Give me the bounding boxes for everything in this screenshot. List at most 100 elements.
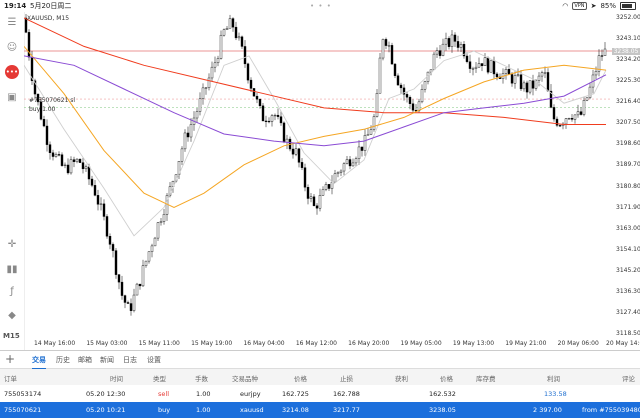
candle-body bbox=[357, 146, 361, 159]
add-icon[interactable]: + bbox=[5, 352, 15, 366]
candle-body bbox=[324, 184, 328, 190]
order-lots: 1.00 bbox=[196, 406, 211, 414]
order-id: 755053174 bbox=[4, 390, 42, 398]
candle-body bbox=[195, 111, 199, 119]
candle-body bbox=[108, 236, 112, 245]
tab-mailbox[interactable]: 邮箱 bbox=[78, 355, 92, 365]
candle-body bbox=[582, 100, 586, 115]
tab-settings[interactable]: 设置 bbox=[147, 355, 161, 365]
candle-body bbox=[423, 81, 427, 90]
function-icon[interactable]: ƒ bbox=[5, 284, 19, 298]
order-price: 3214.08 bbox=[282, 406, 309, 414]
order-current-price: 162.532 bbox=[429, 390, 456, 398]
candle-body bbox=[84, 166, 88, 170]
order-sl: 162.788 bbox=[333, 390, 360, 398]
order-time: 05.20 10:21 bbox=[86, 406, 126, 414]
time-tick-label: 16 May 12:00 bbox=[295, 340, 337, 347]
candle-body bbox=[42, 119, 46, 127]
objects-icon[interactable]: ◆ bbox=[5, 308, 19, 322]
candle-body bbox=[393, 63, 397, 76]
tab-history[interactable]: 历史 bbox=[56, 355, 70, 365]
tab-news[interactable]: 新闻 bbox=[100, 355, 114, 365]
order-price: 162.725 bbox=[282, 390, 309, 398]
candle-body bbox=[495, 73, 499, 78]
candle-body bbox=[360, 146, 364, 151]
timeframe-button[interactable]: M15 bbox=[3, 332, 20, 340]
price-tick-label: 3234.20 bbox=[616, 56, 640, 64]
sl-line-label: #755070621 sl bbox=[29, 97, 76, 104]
tab-journal[interactable]: 日志 bbox=[123, 355, 137, 365]
multitask-dots[interactable]: • • • bbox=[310, 0, 332, 12]
price-tick-label: 3243.10 bbox=[616, 35, 640, 43]
candle-body bbox=[51, 152, 55, 157]
candle-body bbox=[474, 66, 478, 69]
location-icon: ➤ bbox=[590, 2, 597, 10]
price-tick-label: 3136.30 bbox=[616, 287, 640, 295]
candle-body bbox=[369, 129, 373, 135]
order-sl: 3217.77 bbox=[333, 406, 360, 414]
price-chart[interactable] bbox=[24, 12, 640, 350]
candle-body bbox=[348, 159, 352, 167]
candle-body bbox=[516, 74, 520, 76]
time-tick-label: 19 May 21:00 bbox=[505, 340, 547, 347]
col-symbol[interactable]: 交易品种 bbox=[232, 373, 258, 383]
candle-body bbox=[183, 132, 187, 150]
col-comment[interactable]: 评论 bbox=[622, 373, 635, 383]
candle-body bbox=[321, 189, 325, 196]
candle-body bbox=[231, 18, 235, 28]
tab-trade[interactable]: 交易 bbox=[32, 355, 46, 369]
col-price[interactable]: 价格 bbox=[294, 373, 307, 383]
table-row[interactable]: 755053174 05.20 12:30 sell 1.00 eurjpy 1… bbox=[0, 386, 640, 402]
price-tick-label: 3198.60 bbox=[616, 140, 640, 148]
col-current-price[interactable]: 价格 bbox=[440, 373, 453, 383]
order-profit: 133.58 bbox=[544, 390, 567, 398]
table-row-selected[interactable]: 755070621 05.20 10:21 buy 1.00 xauusd 32… bbox=[0, 402, 640, 418]
candle-body bbox=[228, 18, 232, 29]
person-add-icon[interactable]: ☺ bbox=[5, 40, 19, 54]
candle-body bbox=[63, 164, 67, 166]
candle-body bbox=[234, 26, 238, 39]
candle-body bbox=[249, 79, 253, 89]
candle-body bbox=[255, 95, 259, 100]
candle-body bbox=[252, 88, 256, 97]
candle-body bbox=[483, 57, 487, 67]
col-profit[interactable]: 利润 bbox=[547, 373, 560, 383]
price-tick-label: 3154.10 bbox=[616, 245, 640, 253]
candle-body bbox=[150, 245, 154, 252]
sidebar-toggle-icon[interactable]: ☰ bbox=[5, 15, 19, 29]
col-order[interactable]: 订单 bbox=[4, 373, 17, 383]
col-tp[interactable]: 获利 bbox=[395, 373, 408, 383]
col-time[interactable]: 时间 bbox=[110, 373, 123, 383]
order-symbol: xauusd bbox=[240, 406, 264, 414]
candle-body bbox=[375, 93, 379, 117]
candle-body bbox=[129, 303, 133, 311]
col-lots[interactable]: 手数 bbox=[195, 373, 208, 383]
candle-body bbox=[531, 80, 535, 89]
candle-body bbox=[471, 68, 475, 70]
candle-body bbox=[114, 250, 118, 275]
candle-body bbox=[450, 34, 454, 47]
crosshair-icon[interactable]: ✛ bbox=[5, 237, 19, 251]
candle-body bbox=[444, 38, 448, 45]
indicators-icon[interactable]: ▮▮ bbox=[5, 262, 19, 276]
col-sl[interactable]: 止损 bbox=[340, 373, 353, 383]
candle-body bbox=[513, 75, 517, 84]
col-swap[interactable]: 库存费 bbox=[476, 373, 496, 383]
candle-body bbox=[378, 57, 382, 94]
candle-body bbox=[189, 124, 193, 138]
candle-body bbox=[465, 55, 469, 62]
candle-body bbox=[570, 118, 574, 120]
candle-body bbox=[384, 39, 388, 46]
candle-body bbox=[486, 57, 490, 73]
candle-body bbox=[180, 148, 184, 162]
price-tick-label: 3207.50 bbox=[616, 119, 640, 127]
candle-body bbox=[45, 125, 49, 145]
col-type[interactable]: 类型 bbox=[153, 373, 166, 383]
candle-body bbox=[318, 195, 322, 209]
candle-body bbox=[117, 274, 121, 283]
chat-icon[interactable]: ••• bbox=[5, 65, 19, 79]
new-document-icon[interactable]: ▣ bbox=[5, 90, 19, 104]
candle-body bbox=[558, 125, 562, 127]
candle-body bbox=[525, 82, 529, 93]
candle-body bbox=[315, 205, 319, 209]
